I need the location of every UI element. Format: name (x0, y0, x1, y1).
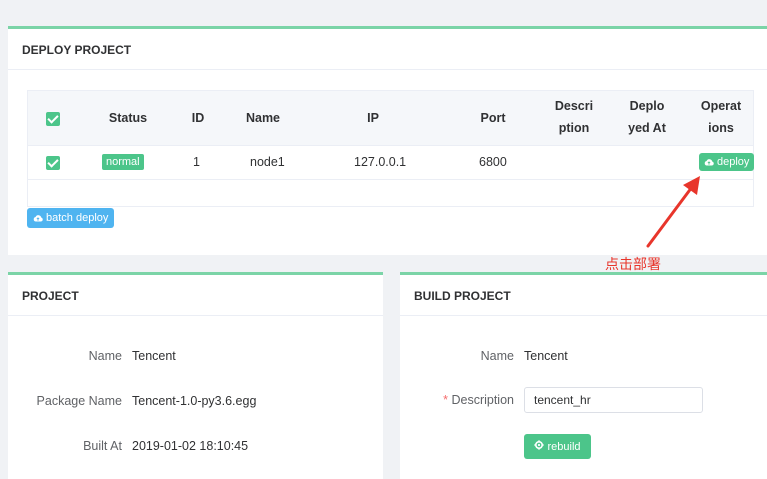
col-deployed-at: Deplo yed At (622, 95, 672, 139)
nodes-table: Status ID Name IP Port Descri ption Depl… (27, 90, 755, 207)
col-status: Status (108, 111, 148, 125)
batch-deploy-button[interactable]: batch deploy (27, 208, 115, 228)
required-marker: * (443, 393, 448, 407)
description-input[interactable] (524, 387, 703, 413)
cell-name: node1 (250, 155, 285, 169)
col-deployed-at-line1: Deplo (629, 99, 665, 113)
select-all-checkbox[interactable] (46, 112, 60, 126)
deploy-button-label: deploy (717, 156, 750, 168)
row-checkbox[interactable] (46, 156, 60, 170)
description-label: * Description (400, 393, 514, 407)
cell-id: 1 (193, 155, 200, 169)
col-id: ID (191, 111, 205, 125)
build-name-label: Name (480, 349, 514, 363)
build-project-card: BUILD PROJECT Name Tencent * Description… (400, 272, 767, 479)
status-badge: normal (102, 154, 144, 170)
package-name-value: Tencent-1.0-py3.6.egg (132, 394, 257, 408)
col-port: Port (480, 111, 506, 125)
batch-deploy-label: batch deploy (46, 212, 109, 224)
annotation-text: 点击部署 (605, 257, 661, 273)
project-name-label: Name (88, 349, 122, 363)
description-label-text: Description (451, 393, 514, 407)
build-name-value: Tencent (524, 349, 568, 363)
cell-ip: 127.0.0.1 (354, 155, 407, 169)
cloud-upload-icon (704, 158, 714, 166)
deploy-project-card: DEPLOY PROJECT Status ID Name IP Port De… (8, 26, 767, 255)
project-name-value: Tencent (132, 349, 176, 363)
col-description-line1: Descri (554, 99, 594, 113)
built-at-label: Built At (83, 439, 122, 453)
project-card: PROJECT Name Tencent Package Name Tencen… (8, 272, 383, 479)
col-ip: IP (367, 111, 379, 125)
cell-port: 6800 (479, 155, 507, 169)
col-description: Descri ption (549, 95, 599, 139)
col-name: Name (245, 111, 281, 125)
build-project-title: BUILD PROJECT (400, 275, 767, 316)
table-header: Status ID Name IP Port Descri ption Depl… (28, 91, 753, 146)
rebuild-button[interactable]: rebuild (524, 434, 591, 459)
col-operations: Operat ions (693, 95, 749, 139)
package-name-label: Package Name (36, 394, 122, 408)
deploy-project-title: DEPLOY PROJECT (8, 29, 767, 70)
gear-icon (534, 440, 545, 453)
col-operations-line1: Operat (700, 99, 742, 113)
col-deployed-at-line2: yed At (628, 121, 666, 135)
project-title: PROJECT (8, 275, 383, 316)
rebuild-button-label: rebuild (547, 440, 581, 453)
col-description-line2: ption (558, 121, 590, 135)
col-operations-line2: ions (708, 121, 734, 135)
table-row: normal 1 node1 127.0.0.1 6800 deploy (28, 146, 755, 180)
cloud-upload-icon (33, 214, 43, 222)
deploy-button[interactable]: deploy (699, 153, 755, 171)
built-at-value: 2019-01-02 18:10:45 (132, 439, 249, 453)
